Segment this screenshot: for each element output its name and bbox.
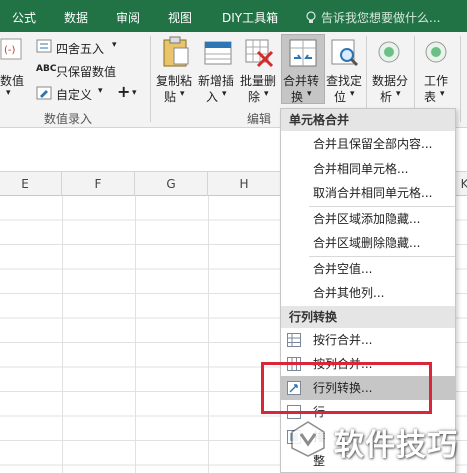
round-icon [36,39,52,53]
watermark-logo-icon [291,421,325,457]
menu-item-merge-keep-all[interactable]: 合并且保留全部内容... [281,132,455,156]
group-label-numeric: 数值录入 [44,112,93,126]
chevron-down-icon: ▾ [112,40,117,50]
menu-item-label: 合并相同单元格... [313,162,409,176]
menu-item-merge-add-hidden[interactable]: 合并区域添加隐藏... [281,207,455,231]
group-separator [460,36,461,122]
worksheet-button[interactable]: 工作 [424,72,448,89]
merge-convert-label-line2: 换 [291,90,304,104]
watermark-text: 软件技巧 [334,428,458,463]
tab-data[interactable]: 数据 [64,9,88,26]
group-separator [150,36,151,122]
find-locate-button[interactable]: 查找定 [326,72,362,89]
tab-view[interactable]: 视图 [168,9,192,26]
ribbon-tab-bar: 公式 数据 审阅 视图 DIY工具箱 告诉我您想要做什么... [0,0,467,32]
merge-convert-icon [289,39,317,67]
menu-item-label: 合并且保留全部内容... [313,137,433,151]
menu-item-label: 合并空值... [313,262,373,276]
column-header-e[interactable]: E [0,172,62,196]
chevron-down-icon: ▾ [98,86,103,96]
batch-delete-button[interactable]: 批量删 [240,72,276,89]
insert-new-button[interactable]: 新增插 [198,72,234,89]
batch-delete-icon [245,39,274,68]
menu-item-merge-same[interactable]: 合并相同单元格... [281,157,455,181]
clipboard-icon [163,36,189,67]
insert-new-label-line2: 入 [206,90,219,104]
watermark: 软件技巧 [284,418,467,463]
menu-section-cell-merge: 单元格合并 [281,109,455,131]
tab-formulas[interactable]: 公式 [12,9,36,26]
tell-me-search[interactable]: 告诉我您想要做什么... [305,9,440,26]
number-value-icon: (-) [0,38,22,60]
column-header-h[interactable]: H [208,172,281,196]
menu-item-merge-other-columns[interactable]: 合并其他列... [281,281,455,305]
number-value-button[interactable]: 数值 [0,72,24,89]
menu-item-label: 按行合并... [313,333,373,347]
chevron-down-icon: ▾ [350,89,355,99]
copy-paste-button[interactable]: 复制粘 [156,72,192,89]
menu-item-merge-by-row[interactable]: 按行合并... [281,328,455,352]
chevron-down-icon: ▾ [6,88,11,98]
chevron-down-icon: ▾ [132,88,137,98]
chevron-down-icon: ▾ [264,89,269,99]
lightbulb-icon [306,11,316,23]
custom-icon [36,86,52,100]
merge-convert-label: 合并转 [283,74,320,88]
menu-section-row-column: 行列转换 [281,306,455,328]
tell-me-text: 告诉我您想要做什么... [321,11,441,25]
menu-item-unmerge-same[interactable]: 取消合并相同单元格... [281,181,455,205]
menu-item-merge-remove-hidden[interactable]: 合并区域删除隐藏... [281,231,455,255]
batch-delete-label-line2: 除 [248,90,261,104]
group-label-edit: 编辑 [247,112,272,126]
data-analysis-icon [378,41,400,63]
highlight-box [261,362,432,414]
chevron-down-icon: ▾ [180,89,185,99]
find-icon [331,39,359,67]
tab-review[interactable]: 审阅 [116,9,140,26]
rows-table-icon [287,333,301,347]
chevron-down-icon: ▾ [396,89,401,99]
svg-text:(-): (-) [4,45,16,56]
insert-table-icon [204,41,232,65]
menu-item-label: 合并区域添加隐藏... [313,212,421,226]
find-locate-label-line2: 位 [334,90,347,104]
column-header-f[interactable]: F [62,172,135,196]
worksheet-icon [425,41,447,63]
abc-icon: ABC [36,64,57,74]
copy-paste-label-line2: 贴 [164,90,177,104]
tab-diy-toolbox[interactable]: DIY工具箱 [222,9,278,26]
menu-item-merge-empty[interactable]: 合并空值... [281,257,455,281]
menu-item-label: 合并区域删除隐藏... [313,236,421,250]
data-analysis-label-line2: 析 [380,90,393,104]
chevron-down-icon: ▾ [307,89,312,99]
data-analysis-button[interactable]: 数据分 [372,72,408,89]
menu-item-label: 合并其他列... [313,286,385,300]
chevron-down-icon: ▾ [222,89,227,99]
column-header-g[interactable]: G [135,172,208,196]
keep-value-button[interactable]: 只保留数值 [56,63,116,80]
add-button[interactable]: + [117,82,130,101]
chevron-down-icon: ▾ [440,89,445,99]
worksheet-label-line2: 表 [424,90,437,104]
menu-item-label: 取消合并相同单元格... [313,186,433,200]
custom-button[interactable]: 自定义 [56,86,92,103]
round-button[interactable]: 四舍五入 [56,40,104,57]
